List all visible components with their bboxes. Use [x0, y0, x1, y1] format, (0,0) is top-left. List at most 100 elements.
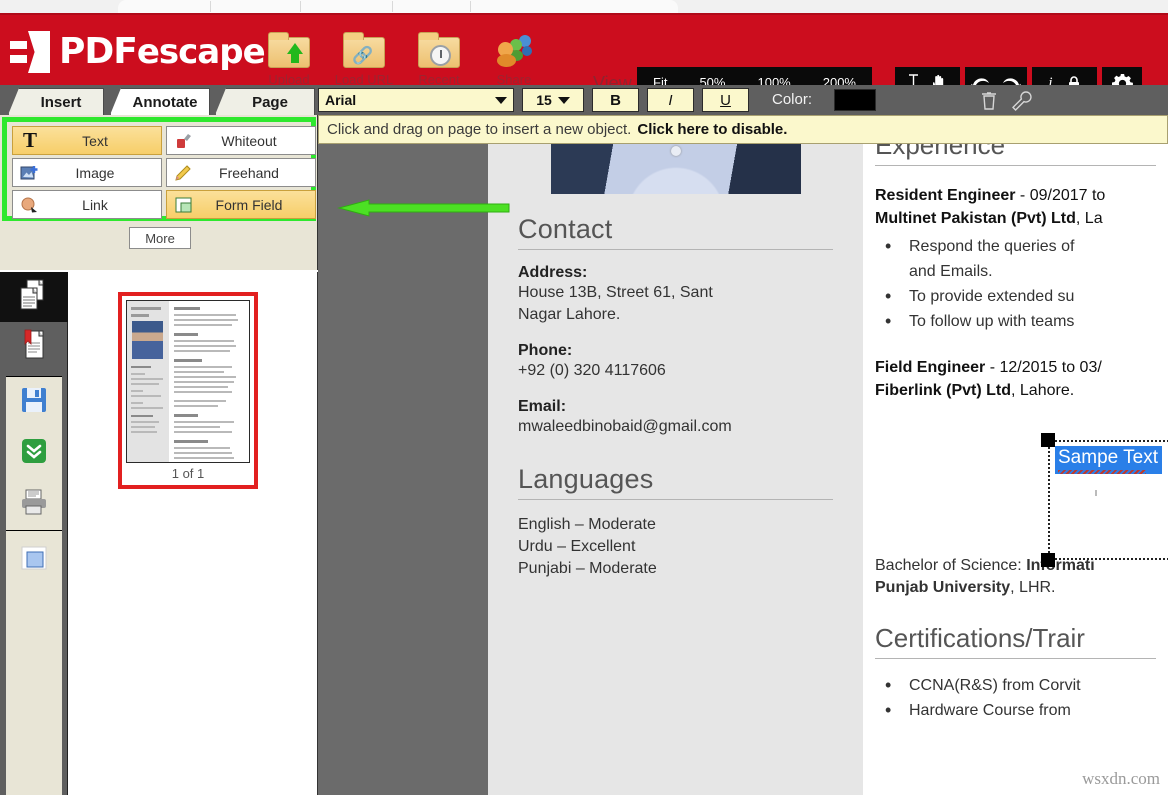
- page-thumbnail-preview: [126, 300, 250, 463]
- browser-tab[interactable]: [118, 0, 678, 13]
- chrome-ghost-mark: [470, 1, 471, 12]
- pages-panel-button[interactable]: [0, 272, 68, 322]
- insert-hint-banner[interactable]: Click and drag on page to insert a new o…: [318, 115, 1168, 144]
- selected-text-object[interactable]: Sampe Text: [1048, 440, 1168, 560]
- resize-handle-top-left[interactable]: [1041, 433, 1055, 447]
- folder-upload-icon: [258, 35, 320, 69]
- language-item: Punjabi – Moderate: [518, 558, 833, 580]
- trash-icon[interactable]: [978, 90, 1000, 112]
- bookmarks-panel-button[interactable]: [0, 322, 68, 372]
- thumbnail-photo: [132, 321, 163, 359]
- tab-annotate-label: Annotate: [123, 94, 198, 111]
- font-family-select[interactable]: Arial: [318, 88, 514, 112]
- certifications-bullets: CCNA(R&S) from Corvit Hardware Course fr…: [875, 673, 1156, 723]
- email-value: mwaleedbinobaid@gmail.com: [518, 416, 833, 438]
- tab-annotate[interactable]: Annotate: [110, 88, 210, 115]
- profile-photo: [551, 144, 801, 194]
- thumbnail-right-column: [169, 301, 249, 462]
- text-tool-label: Text: [47, 133, 161, 149]
- certifications-rule: [875, 658, 1156, 659]
- format-toolbar: Arial 15 B I U Color:: [318, 85, 1168, 115]
- language-item: English – Moderate: [518, 514, 833, 536]
- annotation-arrow: [333, 195, 513, 221]
- document-viewer[interactable]: Contact Address: House 13B, Street 61, S…: [318, 144, 1168, 795]
- font-size-select[interactable]: 15: [522, 88, 584, 112]
- text-tool-button[interactable]: T Text: [12, 126, 162, 155]
- address-line-1: House 13B, Street 61, Sant: [518, 282, 833, 304]
- address-line-2: Nagar Lahore.: [518, 304, 833, 326]
- pdfescape-logo-icon: [10, 31, 50, 73]
- page-thumbnail-pane[interactable]: 1 of 1: [68, 272, 318, 795]
- brand-upper: PDF: [59, 31, 137, 72]
- freehand-tool-label: Freehand: [201, 165, 315, 181]
- folder-clock-icon: [408, 35, 470, 69]
- chrome-ghost-mark: [300, 1, 301, 12]
- whiteout-tool-button[interactable]: Whiteout: [166, 126, 316, 155]
- more-tools-button[interactable]: More: [129, 227, 191, 249]
- resize-handle-bottom-left[interactable]: [1041, 553, 1055, 567]
- freehand-tool-button[interactable]: Freehand: [166, 158, 316, 187]
- save-button[interactable]: [6, 377, 62, 428]
- share-button[interactable]: Share: [483, 35, 545, 87]
- tab-insert-label: Insert: [31, 94, 82, 111]
- phone-label: Phone:: [518, 342, 833, 360]
- color-swatch[interactable]: [834, 89, 876, 111]
- tab-insert[interactable]: Insert: [8, 88, 104, 115]
- app-title: PDFescape: [59, 31, 265, 73]
- job-2-title: Field Engineer - 12/2015 to 03/: [875, 356, 1156, 379]
- font-family-value: Arial: [325, 92, 356, 108]
- rail-actions-group: [6, 376, 62, 530]
- certifications-heading: Certifications/Trair: [875, 623, 1156, 654]
- document-page[interactable]: Contact Address: House 13B, Street 61, S…: [488, 144, 1168, 795]
- viewer-icon-rail: [0, 272, 68, 795]
- education-city: , LHR.: [1010, 579, 1055, 596]
- spellcheck-underline: [1058, 470, 1146, 474]
- form-window-button[interactable]: [6, 535, 62, 586]
- job-1-bullets: Respond the queries of and Emails. To pr…: [875, 234, 1156, 334]
- download-button[interactable]: [6, 428, 62, 479]
- job-2-location: , Lahore.: [1011, 382, 1074, 399]
- link-tool-icon: [13, 196, 47, 214]
- job-2-company-line: Fiberlink (Pvt) Ltd, Lahore.: [875, 379, 1156, 402]
- experience-heading: Experience: [875, 144, 1156, 161]
- resume-left-column: Contact Address: House 13B, Street 61, S…: [488, 144, 863, 795]
- tool-group-highlight: T Text Whiteout Image Freehand: [2, 117, 316, 221]
- hint-disable-link[interactable]: Click here to disable.: [637, 121, 787, 138]
- job-1-title: Resident Engineer - 09/2017 to: [875, 184, 1156, 207]
- tab-page[interactable]: Page: [215, 88, 315, 115]
- load-url-button[interactable]: 🔗 Load URL: [333, 35, 395, 87]
- form-field-tool-icon: [167, 196, 201, 214]
- folder-link-icon: 🔗: [333, 35, 395, 69]
- page-thumbnail-item[interactable]: 1 of 1: [118, 292, 258, 489]
- text-caret: [1095, 490, 1097, 496]
- save-icon: [20, 386, 48, 419]
- brand-lower: escape: [137, 32, 265, 72]
- image-tool-button[interactable]: Image: [12, 158, 162, 187]
- language-item: Urdu – Excellent: [518, 536, 833, 558]
- upload-button[interactable]: Upload: [258, 35, 320, 87]
- chevron-down-icon: [558, 97, 570, 104]
- bullet-item: To provide extended su: [875, 284, 1156, 309]
- job-1-dates: - 09/2017 to: [1015, 187, 1105, 204]
- app-logo[interactable]: PDFescape: [10, 31, 265, 73]
- wrench-icon[interactable]: [1010, 90, 1034, 112]
- bullet-item: To follow up with teams: [875, 309, 1156, 334]
- languages-heading: Languages: [518, 464, 833, 499]
- download-icon: [20, 437, 48, 470]
- chrome-ghost-mark: [210, 1, 211, 12]
- bold-button[interactable]: B: [592, 88, 639, 112]
- contact-heading: Contact: [518, 214, 833, 249]
- bullet-item: Respond the queries of: [875, 234, 1156, 259]
- chevron-down-icon: [495, 97, 507, 104]
- phone-value: +92 (0) 320 4117606: [518, 360, 833, 382]
- print-button[interactable]: [6, 479, 62, 530]
- education-line-2: Punjab University, LHR.: [875, 577, 1156, 599]
- form-field-tool-button[interactable]: Form Field: [166, 190, 316, 219]
- underline-button[interactable]: U: [702, 88, 749, 112]
- job-2-role: Field Engineer: [875, 359, 985, 376]
- italic-button[interactable]: I: [647, 88, 694, 112]
- whiteout-tool-label: Whiteout: [201, 133, 315, 149]
- link-tool-button[interactable]: Link: [12, 190, 162, 219]
- recent-button[interactable]: Recent: [408, 35, 470, 87]
- form-field-tool-label: Form Field: [201, 197, 315, 213]
